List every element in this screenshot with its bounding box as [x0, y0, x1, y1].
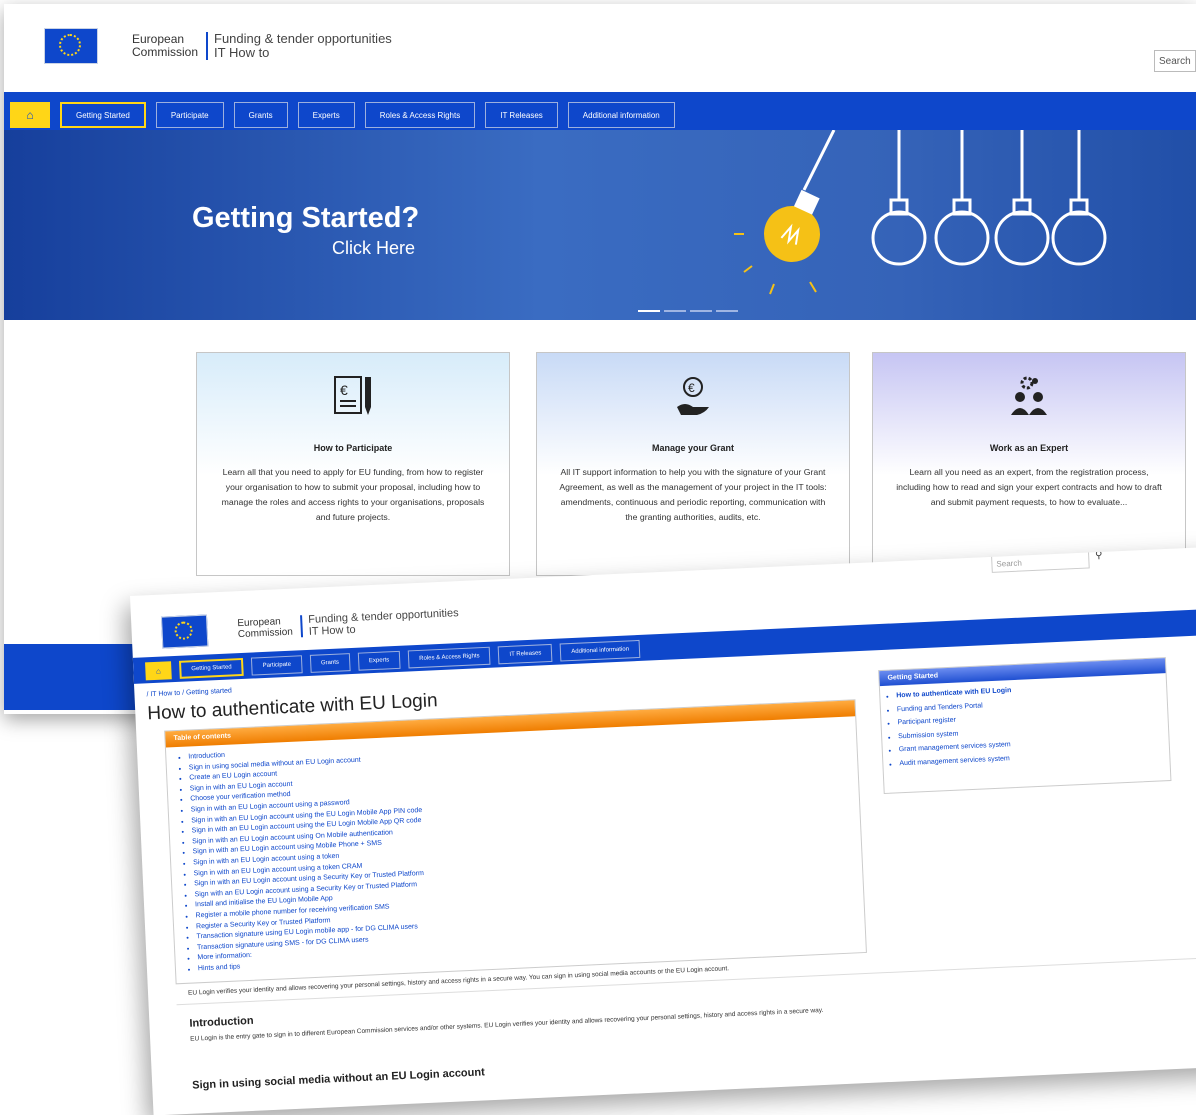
site-name-line2: IT How to	[214, 45, 270, 60]
sidebar-list: How to authenticate with EU Login Fundin…	[880, 677, 1169, 771]
ec-name-line2: Commission	[237, 626, 294, 641]
hero-banner[interactable]: Getting Started? Click Here	[4, 130, 1196, 320]
nav-roles-access-rights[interactable]: Roles & Access Rights	[364, 102, 476, 128]
lightbulbs-illustration	[734, 130, 1107, 295]
carousel-dot[interactable]	[638, 310, 660, 312]
search-icon[interactable]: ⚲	[1095, 550, 1103, 561]
main-nav: ⌂ Getting Started Participate Grants Exp…	[4, 92, 1196, 130]
svg-text:€: €	[688, 381, 695, 395]
nav-grants[interactable]: Grants	[233, 102, 288, 128]
carousel-indicators	[638, 310, 738, 312]
nav-getting-started[interactable]: Getting Started	[60, 102, 146, 128]
card-title: Work as an Expert	[989, 443, 1069, 453]
site-name: Funding & tender opportunities IT How to	[214, 32, 392, 60]
svg-text:€: €	[340, 382, 348, 398]
home-icon[interactable]: ⌂	[10, 102, 50, 128]
site-name-line1: Funding & tender opportunities	[214, 31, 392, 46]
card-text: Learn all that you need to apply for EU …	[221, 467, 485, 522]
table-of-contents: Table of contents Introduction Sign in u…	[164, 699, 867, 985]
ec-name: European Commission	[237, 616, 293, 640]
card-title: How to Participate	[313, 443, 393, 453]
nav-additional-information[interactable]: Additional information	[567, 102, 675, 128]
breadcrumb[interactable]: / IT How to / Getting started	[146, 687, 232, 698]
card-text: Learn all you need as an expert, from th…	[896, 467, 1162, 507]
ec-name-line2: Commission	[132, 45, 199, 59]
nav-additional-information[interactable]: Additional information	[559, 639, 641, 662]
nav-grants[interactable]: Grants	[309, 653, 351, 673]
ec-logo[interactable]: European Commission Funding & tender opp…	[160, 603, 460, 649]
nav-it-releases[interactable]: IT Releases	[485, 102, 558, 128]
carousel-dot[interactable]	[716, 310, 738, 312]
home-icon[interactable]: ⌂	[145, 661, 172, 681]
logo-divider	[300, 615, 304, 638]
site-header: European Commission Funding & tender opp…	[4, 4, 1196, 92]
hero-title: Getting Started?	[192, 202, 420, 234]
eu-flag-icon	[44, 28, 98, 64]
card-how-to-participate[interactable]: € How to Participate Learn all that you …	[196, 352, 510, 576]
eu-flag-icon	[160, 614, 209, 649]
card-manage-your-grant[interactable]: € Manage your Grant All IT support infor…	[536, 352, 850, 576]
nav-participate[interactable]: Participate	[251, 655, 303, 676]
coin-hand-icon: €	[537, 373, 849, 421]
nav-roles-access-rights[interactable]: Roles & Access Rights	[407, 646, 491, 669]
toc-list: Introduction Sign in using social media …	[166, 722, 865, 976]
carousel-dot[interactable]	[690, 310, 712, 312]
ec-logo[interactable]: European Commission Funding & tender opp…	[44, 28, 392, 64]
experts-gear-icon	[873, 373, 1185, 421]
card-work-as-an-expert[interactable]: Work as an Expert Learn all you need as …	[872, 352, 1186, 576]
search-input[interactable]: Search	[1154, 50, 1196, 72]
carousel-dot[interactable]	[664, 310, 686, 312]
site-name: Funding & tender opportunities IT How to	[308, 607, 459, 638]
nav-participate[interactable]: Participate	[155, 102, 224, 128]
nav-it-releases[interactable]: IT Releases	[498, 643, 553, 665]
nav-experts[interactable]: Experts	[297, 102, 355, 128]
nav-experts[interactable]: Experts	[357, 650, 401, 671]
logo-divider	[206, 32, 209, 60]
ec-name: European Commission	[132, 33, 198, 59]
euro-document-icon: €	[197, 373, 509, 421]
card-title: Manage your Grant	[651, 443, 734, 453]
hero-subtitle[interactable]: Click Here	[332, 238, 415, 259]
card-text: All IT support information to help you w…	[559, 467, 827, 522]
nav-getting-started[interactable]: Getting Started	[178, 657, 245, 679]
eu-login-page-screenshot: Search ⚲ European Commission Funding & t…	[130, 546, 1196, 1115]
getting-started-sidebar: Getting Started How to authenticate with…	[878, 657, 1172, 795]
